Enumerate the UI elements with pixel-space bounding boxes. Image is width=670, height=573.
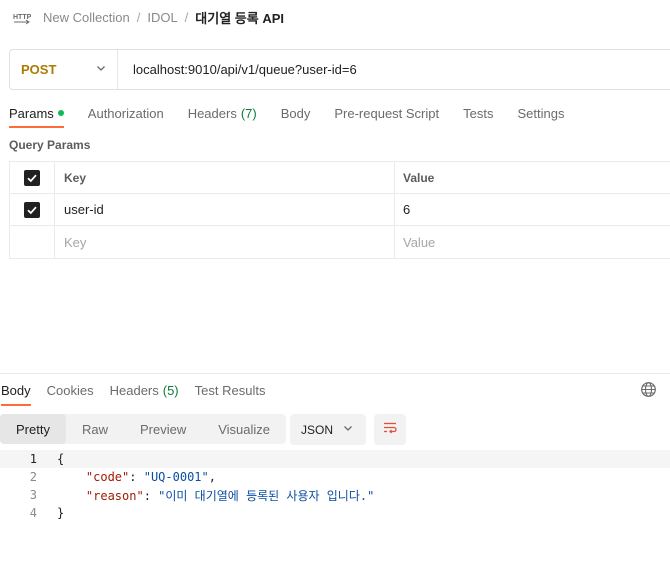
response-divider[interactable] bbox=[0, 373, 670, 374]
request-name[interactable]: 대기열 등록 API bbox=[195, 8, 284, 27]
code-line: 1 { bbox=[0, 450, 670, 468]
chevron-down-icon bbox=[95, 62, 107, 77]
breadcrumb-separator: / bbox=[184, 9, 189, 25]
view-pretty-button[interactable]: Pretty bbox=[0, 414, 66, 444]
tab-settings[interactable]: Settings bbox=[517, 101, 564, 125]
json-string: "UQ-0001" bbox=[143, 470, 209, 484]
tab-authorization[interactable]: Authorization bbox=[88, 101, 164, 125]
url-input[interactable]: localhost:9010/api/v1/queue?user-id=6 bbox=[133, 62, 357, 77]
code-text: } bbox=[37, 506, 64, 520]
param-key-field[interactable]: user-id bbox=[55, 194, 395, 225]
view-preview-button[interactable]: Preview bbox=[124, 414, 202, 444]
tab-response-headers-label: Headers bbox=[109, 382, 159, 398]
code-line: 2 "code": "UQ-0001", bbox=[0, 468, 670, 486]
response-body-code[interactable]: 1 { 2 "code": "UQ-0001", 3 "reason": "이미… bbox=[0, 450, 670, 522]
tab-headers[interactable]: Headers (7) bbox=[188, 101, 257, 125]
table-row: user-id 6 bbox=[10, 194, 670, 226]
table-row-new: Key Value bbox=[10, 226, 670, 258]
json-key: "reason" bbox=[85, 488, 144, 503]
method-label: POST bbox=[21, 62, 57, 77]
http-icon: HTTP bbox=[12, 7, 32, 27]
tab-cookies[interactable]: Cookies bbox=[47, 379, 94, 401]
wrap-lines-button[interactable] bbox=[374, 414, 406, 445]
tab-response-body[interactable]: Body bbox=[1, 379, 31, 406]
globe-icon[interactable] bbox=[640, 381, 657, 398]
query-params-title: Query Params bbox=[9, 138, 91, 152]
close-brace: } bbox=[57, 506, 65, 520]
code-line: 4 } bbox=[0, 504, 670, 522]
params-table: Key Value user-id 6 Key Value bbox=[9, 161, 670, 259]
tab-tests[interactable]: Tests bbox=[463, 101, 493, 125]
method-select[interactable]: POST bbox=[10, 50, 118, 89]
code-line: 3 "reason": "이미 대기열에 등록된 사용자 입니다." bbox=[0, 486, 670, 504]
line-number: 1 bbox=[29, 452, 37, 466]
tab-response-headers-count: (5) bbox=[162, 382, 179, 398]
line-number: 2 bbox=[29, 470, 37, 484]
tab-body[interactable]: Body bbox=[281, 101, 311, 125]
tab-params[interactable]: Params bbox=[9, 101, 64, 128]
tab-headers-label: Headers bbox=[187, 105, 237, 121]
svg-text:HTTP: HTTP bbox=[13, 14, 32, 21]
param-value-field[interactable]: 6 bbox=[395, 194, 670, 225]
code-text: "code": "UQ-0001", bbox=[85, 470, 216, 484]
tab-headers-count: (7) bbox=[240, 105, 257, 121]
select-all-checkbox[interactable] bbox=[24, 169, 40, 186]
new-param-key-field[interactable]: Key bbox=[55, 226, 395, 258]
breadcrumb: HTTP New Collection / IDOL / 대기열 등록 API bbox=[12, 6, 284, 28]
chevron-down-icon bbox=[342, 422, 354, 437]
params-active-dot bbox=[57, 110, 64, 116]
wrap-lines-icon bbox=[382, 420, 398, 439]
code-text: "reason": "이미 대기열에 등록된 사용자 입니다." bbox=[85, 488, 375, 503]
tab-response-headers[interactable]: Headers (5) bbox=[110, 379, 179, 401]
line-number: 3 bbox=[29, 488, 37, 502]
row-check-cell bbox=[10, 194, 55, 225]
tab-prerequest-script[interactable]: Pre-request Script bbox=[334, 101, 439, 125]
open-brace: { bbox=[57, 452, 65, 466]
format-select[interactable]: JSON bbox=[290, 414, 366, 445]
response-tabs: Body Cookies Headers (5) Test Results bbox=[1, 379, 281, 406]
row-check-cell bbox=[10, 226, 55, 258]
tab-test-results[interactable]: Test Results bbox=[195, 379, 266, 401]
new-param-value-field[interactable]: Value bbox=[395, 226, 670, 258]
json-string: "이미 대기열에 등록된 사용자 입니다." bbox=[158, 488, 375, 503]
view-mode-segmented-control: Pretty Raw Preview Visualize bbox=[0, 414, 287, 444]
code-text: { bbox=[37, 452, 64, 466]
line-number: 4 bbox=[29, 506, 37, 520]
view-visualize-button[interactable]: Visualize bbox=[202, 414, 286, 444]
format-select-label: JSON bbox=[301, 422, 334, 437]
table-header-row: Key Value bbox=[10, 162, 670, 194]
request-tabs: Params Authorization Headers (7) Body Pr… bbox=[9, 101, 588, 128]
breadcrumb-folder[interactable]: IDOL bbox=[147, 10, 177, 25]
breadcrumb-separator: / bbox=[136, 9, 141, 25]
column-header-value: Value bbox=[403, 170, 435, 185]
tab-params-label: Params bbox=[9, 105, 54, 121]
json-key: "code" bbox=[85, 470, 130, 484]
param-enabled-checkbox[interactable] bbox=[24, 201, 40, 218]
breadcrumb-collection[interactable]: New Collection bbox=[43, 10, 130, 25]
url-bar: POST localhost:9010/api/v1/queue?user-id… bbox=[9, 49, 670, 90]
view-raw-button[interactable]: Raw bbox=[66, 414, 124, 444]
select-all-cell bbox=[10, 162, 55, 193]
column-header-key: Key bbox=[55, 162, 395, 193]
